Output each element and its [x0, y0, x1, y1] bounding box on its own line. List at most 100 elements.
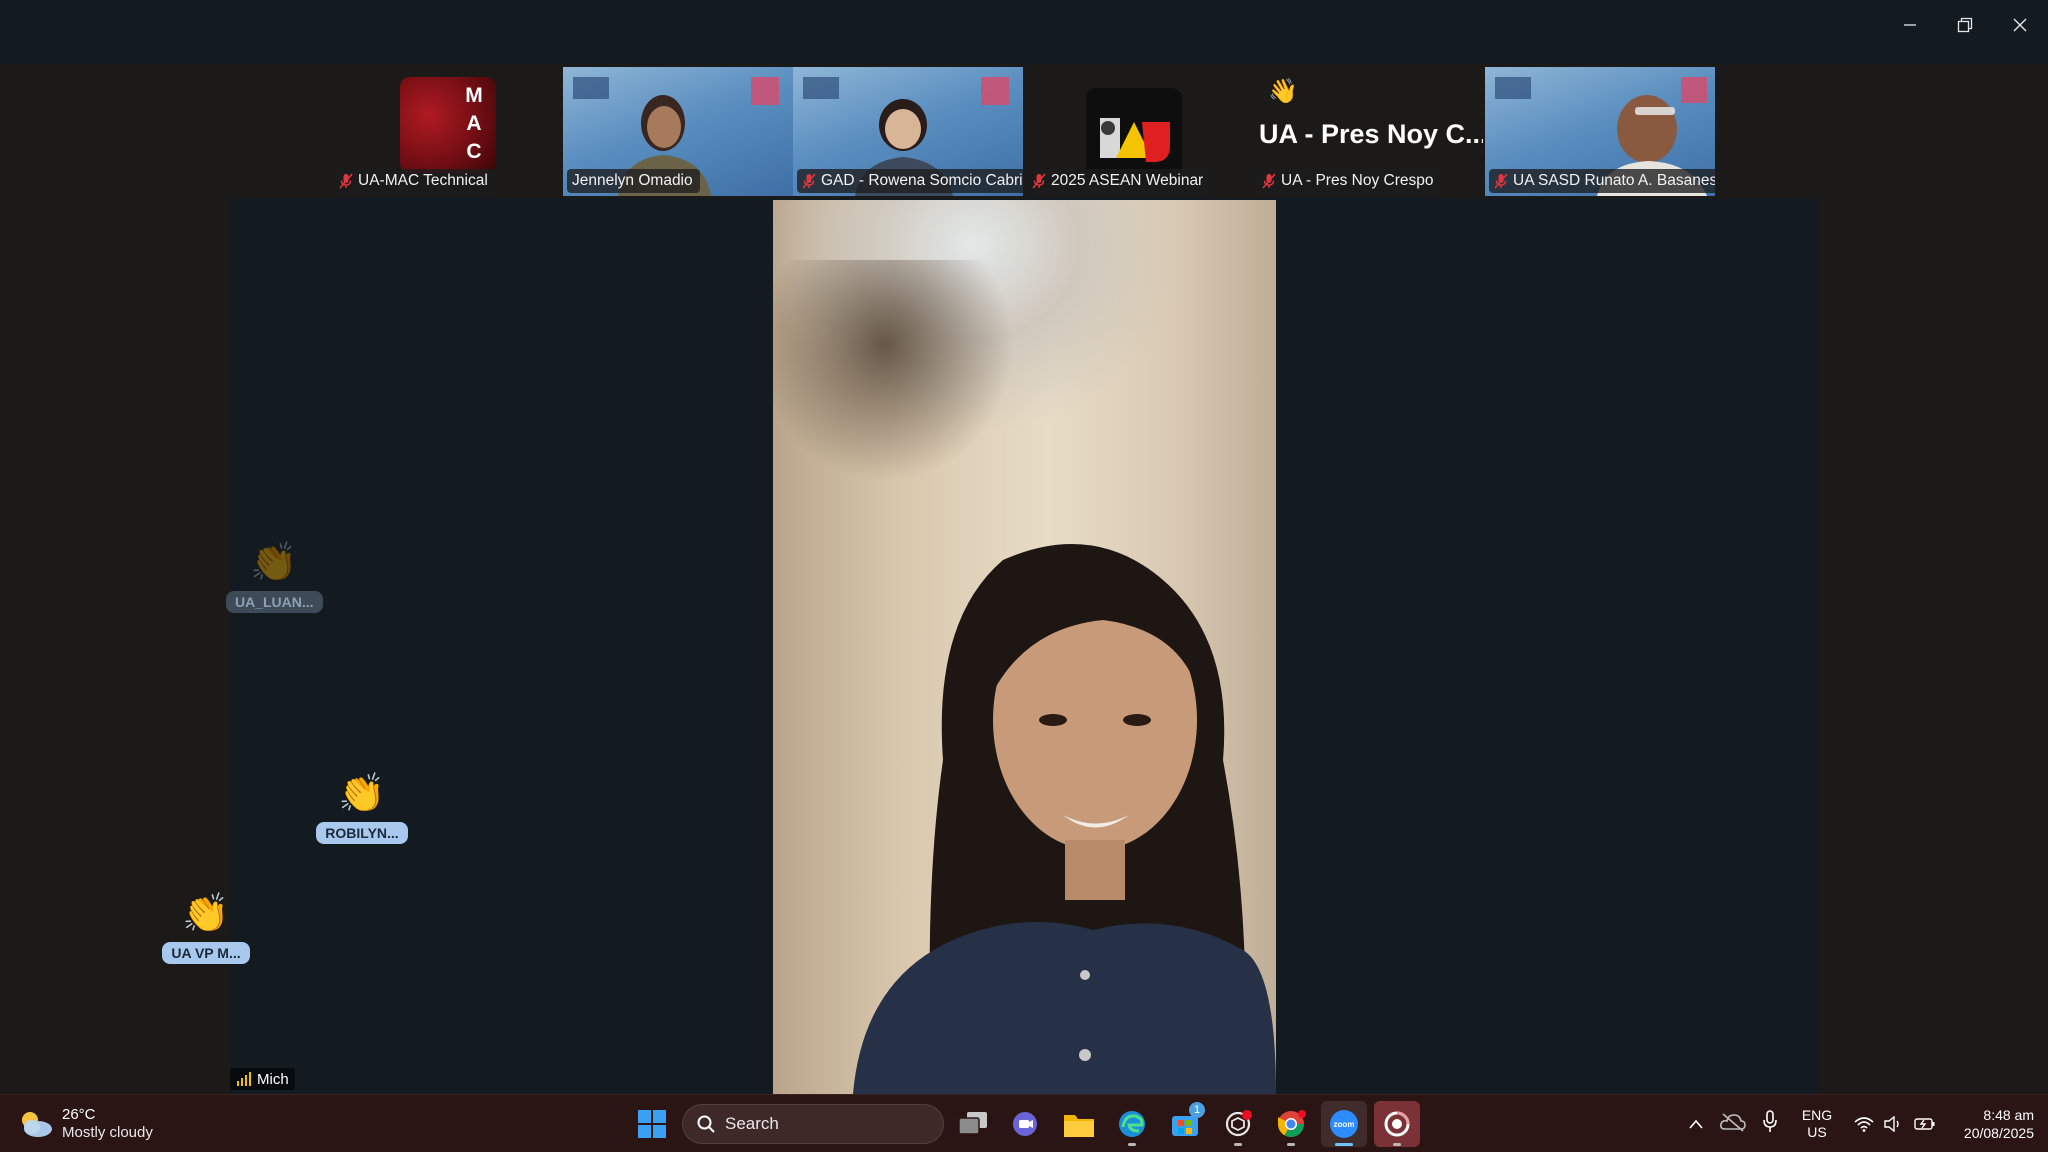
participant-tile[interactable]: 👋 UA - Pres Noy C... UA - Pres Noy Cresp… [1253, 67, 1483, 196]
participant-name: UA SASD Runato A. Basanes [1513, 172, 1715, 189]
participant-name: 2025 ASEAN Webinar [1051, 172, 1204, 189]
participant-video-tile[interactable]: GAD - Rowena Somcio Cabri... [793, 67, 1023, 196]
avatar-letter: A [466, 112, 482, 135]
zoom-app[interactable]: zoom [1321, 1101, 1367, 1147]
quick-settings-button[interactable] [1850, 1108, 1940, 1140]
participant-tile[interactable]: M A C UA-MAC Technical [330, 67, 560, 196]
close-icon [2013, 18, 2027, 32]
participant-name-pill: 2025 ASEAN Webinar [1027, 169, 1211, 193]
speaker-video-frame [773, 260, 1276, 1094]
search-box[interactable]: Search [682, 1104, 944, 1144]
active-speaker-pill: Mich [230, 1068, 295, 1090]
task-view-icon [959, 1112, 987, 1135]
mic-muted-icon [1494, 173, 1508, 189]
active-speaker-name: Mich [257, 1070, 289, 1088]
title-bar [0, 0, 2048, 64]
clock-date: 20/08/2025 [1963, 1125, 2034, 1141]
reaction-item: 👏 ROBILYN... [314, 772, 410, 844]
clock[interactable]: 8:48 am 20/08/2025 [1940, 1106, 2034, 1142]
reaction-item: 👏 UA_LUAN... [226, 541, 323, 613]
reaction-item: 👏 UA VP M... [158, 892, 254, 964]
openai-icon [1225, 1110, 1252, 1137]
reaction-name-tag: ROBILYN... [316, 822, 408, 844]
avatar: M A C [400, 77, 496, 173]
wifi-icon [1854, 1117, 1874, 1132]
clock-time: 8:48 am [1983, 1107, 2034, 1123]
participant-display-name: UA - Pres Noy C... [1259, 119, 1483, 149]
windows-logo-icon [638, 1110, 666, 1138]
search-placeholder: Search [725, 1114, 779, 1133]
running-indicator [1393, 1143, 1401, 1146]
weather-widget[interactable]: 26°C Mostly cloudy [18, 1103, 153, 1145]
file-explorer-app[interactable] [1056, 1101, 1102, 1147]
edge-icon [1119, 1111, 1145, 1137]
participant-name-pill: UA - Pres Noy Crespo [1257, 169, 1441, 193]
zoom-icon: zoom [1330, 1110, 1358, 1138]
onedrive-button[interactable] [1720, 1112, 1750, 1136]
video-chat-icon [1013, 1112, 1037, 1136]
screen-recorder-app[interactable] [1374, 1101, 1420, 1147]
cloudy-weather-icon [22, 1112, 52, 1137]
active-speaker-video[interactable] [773, 200, 1276, 1094]
minimize-icon [1904, 24, 1916, 26]
participant-video-tile[interactable]: UA SASD Runato A. Basanes [1485, 67, 1715, 196]
mic-muted-icon [802, 173, 816, 189]
chrome-icon [1277, 1110, 1306, 1138]
participant-name-pill: UA-MAC Technical [334, 169, 495, 193]
cloud-offline-icon [1720, 1113, 1746, 1132]
recorder-icon [1384, 1111, 1410, 1137]
battery-charging-icon [1914, 1118, 1935, 1130]
windows-taskbar: 26°C Mostly cloudy Search 1 zoom ENG US … [0, 1094, 2048, 1152]
participant-name: UA - Pres Noy Crespo [1281, 172, 1434, 189]
reaction-name-tag: UA VP M... [162, 942, 250, 964]
folder-icon [1064, 1115, 1094, 1137]
mic-muted-icon [339, 173, 353, 189]
participant-name: UA-MAC Technical [358, 172, 488, 189]
participant-name-pill: UA SASD Runato A. Basanes [1489, 169, 1715, 193]
microphone-in-use-button[interactable] [1762, 1110, 1782, 1138]
volume-icon [1884, 1116, 1899, 1132]
mic-muted-icon [1032, 173, 1046, 189]
reaction-name-tag: UA_LUAN... [226, 591, 323, 613]
gallery-strip: M A C UA-MAC Technical Jennelyn Omadio G… [330, 64, 1715, 198]
participant-name: GAD - Rowena Somcio Cabri... [821, 172, 1023, 189]
participant-name-pill: GAD - Rowena Somcio Cabri... [797, 169, 1023, 193]
zoom-meeting-window: M A C UA-MAC Technical Jennelyn Omadio G… [0, 0, 2048, 1094]
input-language-indicator[interactable]: ENG US [1795, 1107, 1839, 1141]
microphone-icon [1763, 1110, 1777, 1132]
participant-tile[interactable]: 2025 ASEAN Webinar [1023, 67, 1253, 196]
participant-name-pill: Jennelyn Omadio [567, 169, 700, 193]
chatgpt-app[interactable] [1215, 1101, 1261, 1147]
edge-browser-app[interactable] [1109, 1101, 1155, 1147]
close-button[interactable] [1992, 0, 2048, 50]
clap-icon: 👏 [338, 773, 386, 815]
task-view-button[interactable] [950, 1101, 996, 1147]
minimize-button[interactable] [1882, 0, 1938, 50]
chevron-up-icon [1689, 1119, 1703, 1129]
start-button[interactable] [630, 1102, 674, 1146]
chrome-browser-app[interactable] [1268, 1101, 1314, 1147]
restore-button[interactable] [1937, 0, 1993, 50]
participant-video-tile[interactable]: Jennelyn Omadio [563, 67, 793, 196]
wave-icon: 👋 [1268, 78, 1298, 105]
clap-icon: 👏 [182, 893, 230, 935]
teams-meet-app[interactable] [1003, 1101, 1049, 1147]
restore-icon [1957, 17, 1973, 33]
keyboard-layout: US [1807, 1124, 1827, 1140]
svg-text:zoom: zoom [1334, 1120, 1355, 1129]
participant-name: Jennelyn Omadio [572, 172, 693, 189]
clap-icon: 👏 [250, 542, 298, 584]
weather-condition: Mostly cloudy [62, 1124, 153, 1141]
mic-muted-icon [1262, 173, 1276, 189]
microsoft-store-app[interactable]: 1 [1162, 1101, 1208, 1147]
avatar-letter: M [465, 84, 483, 107]
running-indicator [1128, 1143, 1136, 1146]
show-hidden-icons-button[interactable] [1684, 1112, 1708, 1136]
search-icon [697, 1115, 715, 1133]
active-indicator [1335, 1143, 1353, 1146]
avatar-letter: C [466, 140, 482, 163]
running-indicator [1287, 1143, 1295, 1146]
language-code: ENG [1801, 1107, 1833, 1123]
notification-badge: 1 [1189, 1102, 1205, 1118]
audio-level-icon [237, 1072, 251, 1086]
